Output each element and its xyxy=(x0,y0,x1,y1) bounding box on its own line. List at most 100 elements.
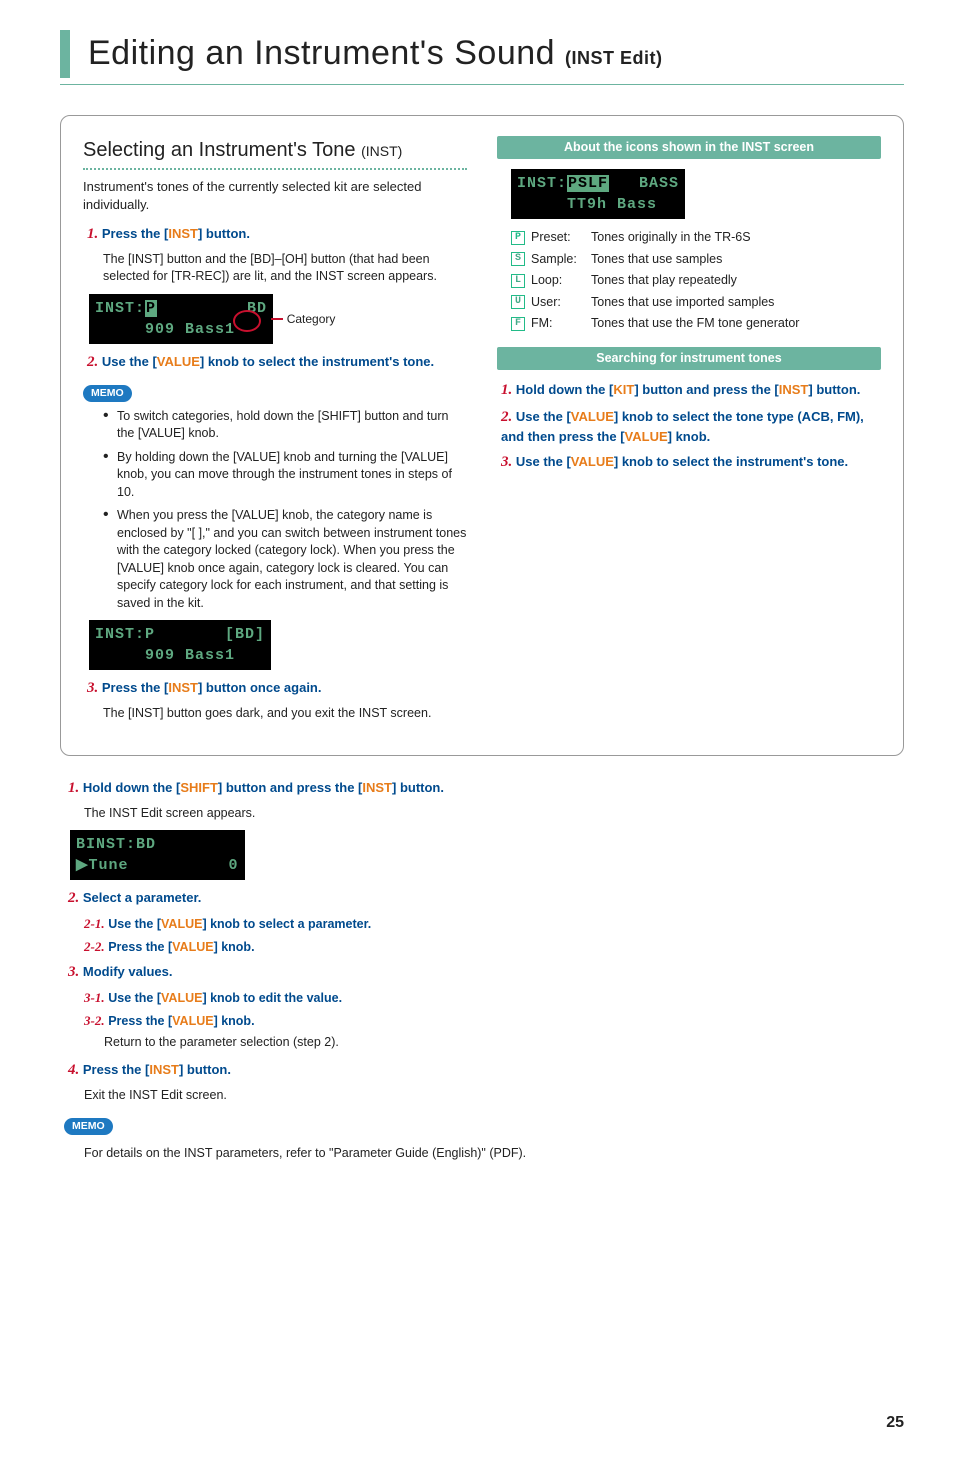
icon-row-fm: F FM:Tones that use the FM tone generator xyxy=(511,315,881,333)
icon-desc: Tones that use samples xyxy=(591,251,722,269)
step-num: 2. xyxy=(87,354,98,370)
bottom-step-4-body: Exit the INST Edit screen. xyxy=(84,1087,904,1105)
icon-desc: Tones that play repeatedly xyxy=(591,272,737,290)
section-heading-sub: (INST) xyxy=(361,143,402,159)
loop-icon: L xyxy=(511,274,525,288)
step-num: 3. xyxy=(68,964,79,980)
substep-text: Use the [VALUE] knob to select a paramet… xyxy=(108,917,371,931)
step-text: Select a parameter. xyxy=(83,890,202,905)
step-text: Press the [INST] button. xyxy=(83,1062,231,1077)
bottom-step-3: 3. Modify values. xyxy=(68,962,904,983)
step-1: 1. Press the [INST] button. xyxy=(87,224,467,245)
step-text: Hold down the [SHIFT] button and press t… xyxy=(83,780,444,795)
bottom-step-1: 1. Hold down the [SHIFT] button and pres… xyxy=(68,778,904,799)
value-knob-label: VALUE xyxy=(625,429,668,444)
value-knob-label: VALUE xyxy=(157,354,200,369)
memo-tag: MEMO xyxy=(64,1118,113,1135)
bottom-step-4: 4. Press the [INST] button. xyxy=(68,1060,904,1081)
step-num: 4. xyxy=(68,1062,79,1078)
step-text: Press the [INST] button once again. xyxy=(102,680,322,695)
lcd-display-edit: BINST:BD ▶Tune 0 xyxy=(70,830,245,880)
substep-num: 2-1. xyxy=(84,916,105,931)
sample-icon: S xyxy=(511,252,525,266)
section-heading: Selecting an Instrument's Tone xyxy=(83,139,361,161)
icon-name: Sample: xyxy=(531,251,591,269)
step-2: 2. Use the [VALUE] knob to select the in… xyxy=(87,352,467,373)
icon-name: User: xyxy=(531,294,591,312)
step-1-body: The [INST] button and the [BD]–[OH] butt… xyxy=(103,251,467,286)
inst-button-label: INST xyxy=(779,382,809,397)
category-label: Category xyxy=(287,311,336,328)
value-knob-label: VALUE xyxy=(571,454,614,469)
fm-icon: F xyxy=(511,317,525,331)
step-num: 1. xyxy=(68,780,79,796)
step-text: Hold down the [KIT] button and press the… xyxy=(516,382,861,397)
bottom-step-1-body: The INST Edit screen appears. xyxy=(84,805,904,823)
callout-line-icon xyxy=(271,318,283,320)
step-3: 3. Press the [INST] button once again. xyxy=(87,678,467,699)
substep-3-2-body: Return to the parameter selection (step … xyxy=(104,1034,904,1052)
callout-circle-icon xyxy=(233,310,261,332)
bullet-item: By holding down the [VALUE] knob and tur… xyxy=(103,449,467,502)
preset-icon: P xyxy=(511,231,525,245)
lcd-2-wrap: INST:P [BD] 909 Bass1 xyxy=(89,620,467,670)
icon-legend-table: PPreset:Tones originally in the TR-6S SS… xyxy=(511,229,881,333)
icon-desc: Tones that use the FM tone generator xyxy=(591,315,799,333)
right-step-1: 1. Hold down the [KIT] button and press … xyxy=(501,380,881,401)
icon-name: Preset: xyxy=(531,229,591,247)
step-text: Modify values. xyxy=(83,964,173,979)
page-number: 25 xyxy=(60,1412,904,1434)
inst-button-label: INST xyxy=(149,1062,179,1077)
main-box: Selecting an Instrument's Tone (INST) In… xyxy=(60,115,904,756)
step-text: Use the [VALUE] knob to select the tone … xyxy=(501,409,864,444)
icon-row-preset: PPreset:Tones originally in the TR-6S xyxy=(511,229,881,247)
step-text: Use the [VALUE] knob to select the instr… xyxy=(102,354,434,369)
substep-num: 2-2. xyxy=(84,939,105,954)
substep-num: 3-2. xyxy=(84,1013,105,1028)
step-num: 3. xyxy=(501,454,512,470)
page-title: Editing an Instrument's Sound xyxy=(88,34,565,72)
step-num: 2. xyxy=(501,409,512,425)
bullet-item: To switch categories, hold down the [SHI… xyxy=(103,408,467,443)
substep-3-1: 3-1. Use the [VALUE] knob to edit the va… xyxy=(84,989,904,1008)
section-heading-wrap: Selecting an Instrument's Tone (INST) xyxy=(83,136,467,170)
substep-text: Press the [VALUE] knob. xyxy=(108,1014,254,1028)
about-icons-bar: About the icons shown in the INST screen xyxy=(497,136,881,160)
lcd-edit-wrap: BINST:BD ▶Tune 0 xyxy=(70,830,904,880)
step-num: 3. xyxy=(87,680,98,696)
shift-button-label: SHIFT xyxy=(180,780,218,795)
value-knob-label: VALUE xyxy=(571,409,614,424)
right-step-3: 3. Use the [VALUE] knob to select the in… xyxy=(501,452,881,473)
step-num: 1. xyxy=(87,226,98,242)
memo-body: For details on the INST parameters, refe… xyxy=(84,1145,904,1163)
searching-tones-bar: Searching for instrument tones xyxy=(497,347,881,371)
left-column: Selecting an Instrument's Tone (INST) In… xyxy=(83,136,467,731)
icon-name: Loop: xyxy=(531,272,591,290)
page-title-block: Editing an Instrument's Sound (INST Edit… xyxy=(60,30,904,78)
icon-name: FM: xyxy=(531,315,591,333)
bullet-item: When you press the [VALUE] knob, the cat… xyxy=(103,507,467,612)
inst-button-label: INST xyxy=(362,780,392,795)
dotted-rule xyxy=(83,168,467,170)
user-icon: U xyxy=(511,295,525,309)
lcd-display-2: INST:P [BD] 909 Bass1 xyxy=(89,620,271,670)
page-title-sub: (INST Edit) xyxy=(565,48,663,68)
value-knob-label: VALUE xyxy=(172,940,213,954)
inst-button-label: INST xyxy=(168,226,198,241)
step-num: 2. xyxy=(68,890,79,906)
step-num: 1. xyxy=(501,382,512,398)
lcd-icons-wrap: INST:PSLF BASS TT9h Bass xyxy=(511,169,881,219)
lcd-1-wrap: INST:P BD 909 Bass1 Category xyxy=(89,294,467,344)
title-rule xyxy=(60,84,904,85)
kit-button-label: KIT xyxy=(613,382,634,397)
lcd-display-icons: INST:PSLF BASS TT9h Bass xyxy=(511,169,685,219)
icon-row-loop: L Loop:Tones that play repeatedly xyxy=(511,272,881,290)
step-text: Press the [INST] button. xyxy=(102,226,250,241)
right-step-2: 2. Use the [VALUE] knob to select the to… xyxy=(501,407,881,446)
substep-2-1: 2-1. Use the [VALUE] knob to select a pa… xyxy=(84,915,904,934)
icon-desc: Tones that use imported samples xyxy=(591,294,774,312)
inst-button-label: INST xyxy=(168,680,198,695)
substep-text: Use the [VALUE] knob to edit the value. xyxy=(108,991,342,1005)
memo-tag: MEMO xyxy=(83,385,132,402)
value-knob-label: VALUE xyxy=(161,917,202,931)
